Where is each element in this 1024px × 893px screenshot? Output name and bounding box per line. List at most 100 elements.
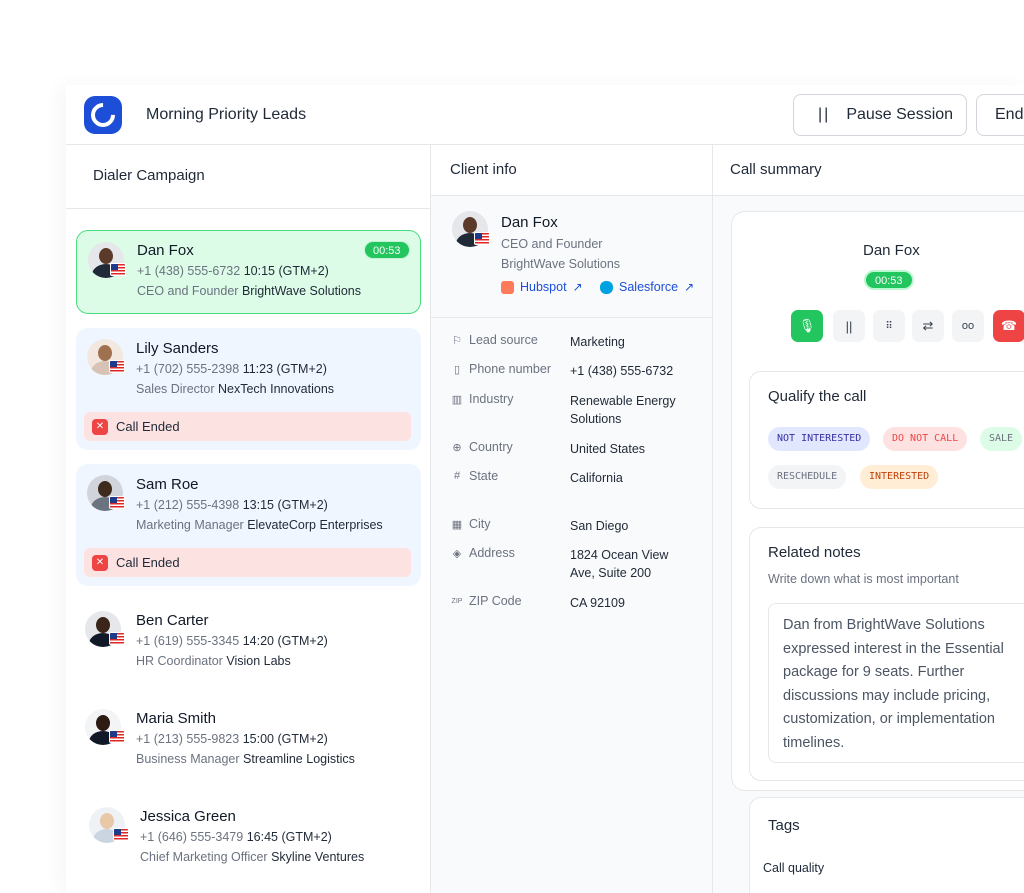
tags-card: Tags Call quality [749,797,1024,893]
phone-hangup-icon: ✕ [92,418,108,435]
field-value: +1 (438) 555-6732 [570,364,674,378]
keypad-button[interactable]: ⠿ [873,310,905,342]
qualify-not-interested[interactable]: NOT INTERESTED [768,427,871,451]
lead-card-sam-roe[interactable]: Sam Roe +1 (212) 555-4398 13:15 (GTM+2) … [76,464,421,586]
us-flag-icon [109,632,125,645]
lead-role: HR Coordinator [136,654,223,668]
salesforce-icon [600,280,613,294]
flag-icon: ⚐ [452,334,462,347]
field-value: Marketing [570,335,625,349]
call-ended-label: Call Ended [116,555,180,570]
qualify-interested[interactable]: INTERESTED [860,465,939,489]
field-value: CA 92109 [570,596,625,610]
lead-name: Jessica Green [140,808,236,825]
pause-icon: || [845,318,853,334]
field-value: San Diego [570,519,629,533]
client-profile: Dan Fox CEO and Founder BrightWave Solut… [431,196,712,318]
pause-session-button[interactable]: || Pause Session [793,94,967,136]
lead-contact-line: +1 (438) 555-6732 10:15 (GTM+2) [137,264,329,278]
lead-contact-line: +1 (619) 555-3345 14:20 (GTM+2) [136,634,328,648]
client-name: Dan Fox [501,214,558,231]
lead-role: Chief Marketing Officer [140,850,268,864]
lead-card-jessica-green[interactable]: Jessica Green +1 (646) 555-3479 16:45 (G… [76,796,421,880]
lead-phone: +1 (438) 555-6732 [137,264,241,278]
hubspot-icon [501,280,514,294]
lead-contact-line: +1 (702) 555-2398 11:23 (GTM+2) [136,362,327,376]
qualify-call-card: Qualify the call NOT INTERESTED DO NOT C… [749,371,1024,509]
us-flag-icon [110,263,126,276]
qualify-do-not-call[interactable]: DO NOT CALL [883,427,968,451]
call-timer-badge: 00:53 [864,270,914,290]
lead-card-dan-fox[interactable]: Dan Fox 00:53 +1 (438) 555-6732 10:15 (G… [76,230,421,314]
field-value: United States [570,442,646,456]
lead-role-line: Sales Director NexTech Innovations [136,382,334,396]
dialer-campaign-title: Dialer Campaign [66,145,430,209]
city-icon: ▦ [451,518,463,531]
us-flag-icon [474,232,490,245]
notes-subtitle: Write down what is most important [768,572,959,586]
hash-icon: # [453,470,461,482]
voicemail-button[interactable]: oo [952,310,984,342]
call-ended-label: Call Ended [116,419,180,434]
lead-role-line: HR Coordinator Vision Labs [136,654,291,668]
hangup-button[interactable]: ☎ [993,310,1024,342]
hold-button[interactable]: || [833,310,865,342]
salesforce-link[interactable]: Salesforce ↗ [600,280,694,294]
keypad-icon: ⠿ [885,320,893,332]
lead-role-line: Chief Marketing Officer Skyline Ventures [140,850,364,864]
building-icon: ▥ [451,393,463,406]
hangup-icon: ☎ [1000,318,1018,333]
end-session-label: End [995,106,1024,123]
us-flag-icon [109,730,125,743]
lead-role: CEO and Founder [137,284,239,298]
lead-company: NexTech Innovations [217,382,335,396]
lead-company: ElevateCorp Enterprises [247,518,383,532]
qualify-sale[interactable]: SALE [980,427,1023,451]
lead-local-time: 16:45 (GTM+2) [246,830,332,844]
lead-phone: +1 (646) 555-3479 [140,830,244,844]
lead-phone: +1 (619) 555-3345 [136,634,240,648]
lead-phone: +1 (212) 555-4398 [136,498,240,512]
lead-card-ben-carter[interactable]: Ben Carter +1 (619) 555-3345 14:20 (GTM+… [76,600,421,684]
phone-icon: ▯ [453,363,461,376]
us-flag-icon [109,496,125,509]
lead-name: Dan Fox [137,242,194,259]
lead-name: Maria Smith [136,710,217,727]
call-timer-badge: 00:53 [364,241,410,259]
field-value: 1824 Ocean View Ave, Suite 200 [570,548,669,580]
call-summary-title: Call summary [713,145,1024,196]
lead-role-line: CEO and Founder BrightWave Solutions [137,284,361,298]
microphone-button[interactable]: 🎙 [791,310,823,342]
field-label: Industry [469,392,514,406]
lead-contact-line: +1 (646) 555-3479 16:45 (GTM+2) [140,830,332,844]
field-label: ZIP Code [469,594,522,608]
lead-name: Lily Sanders [136,340,219,357]
hubspot-link[interactable]: Hubspot ↗ [501,280,583,294]
call-ended-status: ✕ Call Ended [84,412,411,441]
transfer-button[interactable]: ⇄ [912,310,944,342]
lead-company: BrightWave Solutions [241,284,361,298]
lead-role: Sales Director [136,382,215,396]
qualify-reschedule[interactable]: RESCHEDULE [768,465,847,489]
lead-card-maria-smith[interactable]: Maria Smith +1 (213) 555-9823 15:00 (GTM… [76,698,421,782]
client-company: BrightWave Solutions [501,257,621,271]
caller-name: Dan Fox [863,242,920,259]
end-session-button[interactable]: End [976,94,1024,136]
qualify-title: Qualify the call [768,388,867,405]
lead-card-lily-sanders[interactable]: Lily Sanders +1 (702) 555-2398 11:23 (GT… [76,328,421,450]
client-role: CEO and Founder [501,237,603,251]
tags-call-quality-label: Call quality [763,861,825,875]
zip-icon: ZIP [451,597,463,605]
lead-name: Ben Carter [136,612,209,629]
lead-name: Sam Roe [136,476,199,493]
lead-company: Streamline Logistics [243,752,355,766]
lead-role-line: Business Manager Streamline Logistics [136,752,355,766]
lead-local-time: 14:20 (GTM+2) [242,634,328,648]
transfer-icon: ⇄ [922,318,934,333]
notes-textarea[interactable]: Dan from BrightWave Solutions expressed … [768,603,1024,763]
lead-company: Vision Labs [226,654,291,668]
lead-contact-line: +1 (212) 555-4398 13:15 (GTM+2) [136,498,328,512]
external-link-icon: ↗ [572,280,583,294]
location-icon: ◈ [452,547,462,560]
related-notes-card: Related notes Write down what is most im… [749,527,1024,781]
